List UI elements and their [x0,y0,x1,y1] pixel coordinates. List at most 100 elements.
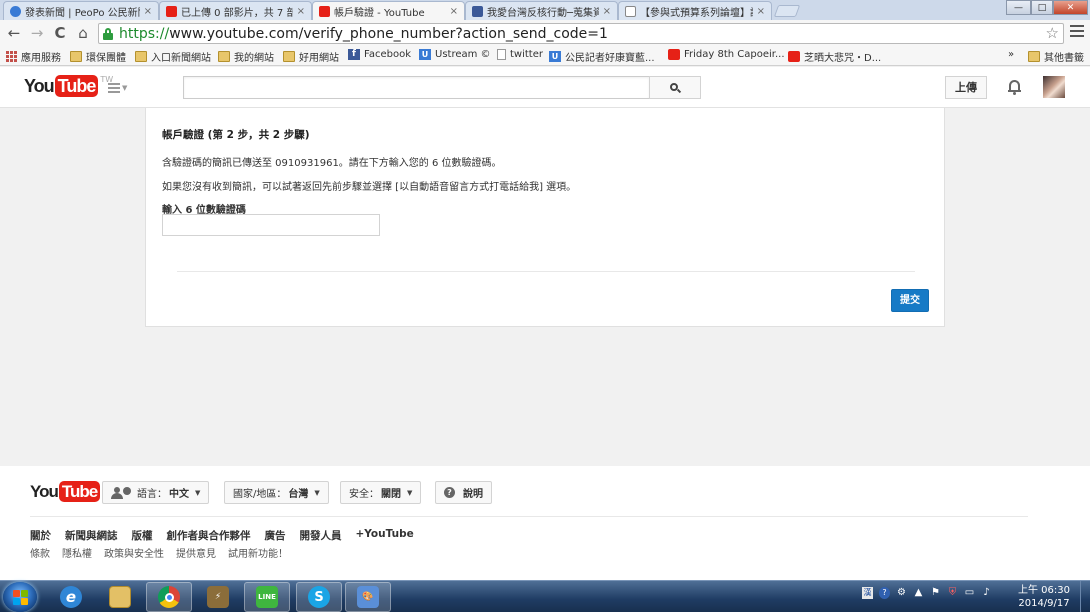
safety-value: 關閉 [381,489,401,500]
help-button[interactable]: ? 說明 [435,481,492,504]
tab-title: 帳戶驗證 - YouTube [334,7,425,19]
line-icon: LINE [256,586,278,608]
chrome-menu-icon[interactable] [1070,25,1084,40]
footer-link-terms[interactable]: 條款 [30,545,50,560]
bookmark-citizen-reporter[interactable]: U 公民記者好康寶藍... [549,49,655,64]
taskbar-winamp[interactable]: ⚡ [195,582,241,612]
tab-close-icon[interactable]: × [297,6,305,17]
youtube-logo[interactable]: You Tube TW [24,75,113,97]
folder-icon [135,51,147,62]
footer-youtube-logo[interactable]: You Tube [30,481,101,502]
help-circle-icon[interactable]: ? [879,587,890,599]
country-picker-button[interactable]: 國家/地區： 台灣 ▼ [224,481,329,504]
bookmark-star-icon[interactable]: ☆ [1046,24,1059,42]
footer-link-developers[interactable]: 開發人員 [300,528,342,543]
footer-link-try-new[interactable]: 試用新功能！ [228,545,288,560]
notification-bell-icon[interactable] [1008,79,1021,95]
bookmark-label: 環保團體 [86,53,126,64]
taskbar-internet-explorer[interactable]: e [48,582,94,612]
footer-link-copyright[interactable]: 版權 [132,528,153,543]
facebook-favicon-icon [472,5,483,17]
back-arrow-icon[interactable]: ← [5,24,23,42]
tab-uploaded-videos[interactable]: 已上傳 0 部影片，共 7 部影片 × [159,1,312,20]
footer-link-press-blog[interactable]: 新聞與網誌 [65,528,118,543]
chevron-down-icon: ▼ [195,488,201,497]
maximize-button[interactable]: □ [1031,0,1053,15]
reload-icon[interactable]: C [51,24,69,42]
language-person-icon [111,486,131,499]
tab-close-icon[interactable]: × [144,6,152,17]
taskbar-chrome[interactable] [146,582,192,612]
guide-menu-icon[interactable] [108,83,120,95]
footer-link-about[interactable]: 關於 [30,528,51,543]
input-method-icon[interactable]: 漢 [862,587,873,599]
network-icon[interactable]: ▭ [964,587,975,599]
taskbar-line[interactable]: LINE [244,582,290,612]
safety-prefix: 安全： [349,489,379,500]
taskbar-paint[interactable]: 🎨 [345,582,391,612]
search-input[interactable] [183,76,650,99]
new-tab-button[interactable] [773,5,801,17]
taskbar-clock[interactable]: 上午 06:30 2014/9/17 [1018,584,1070,610]
logo-tube: Tube [58,481,101,502]
bookmark-folder-environment[interactable]: 環保團體 [70,49,126,64]
tab-peopo[interactable]: 發表新聞 | PeoPo 公民新聞 × [3,1,159,20]
volume-icon[interactable]: ♪ [981,587,992,599]
bookmark-twitter[interactable]: twitter [497,49,543,60]
bookmark-facebook[interactable]: f Facebook [348,49,411,60]
footer-link-advertising[interactable]: 廣告 [265,528,286,543]
bookmark-apps[interactable]: 應用服務 [6,49,61,64]
language-picker-button[interactable]: 語言： 中文 ▼ [102,481,210,504]
address-bar[interactable]: https://www.youtube.com/verify_phone_num… [98,23,1064,44]
facebook-icon: f [348,49,360,60]
bookmark-ustream[interactable]: U Ustream © [419,49,491,60]
minimize-button[interactable]: — [1006,0,1031,15]
search-button[interactable] [649,76,701,99]
taskbar-file-explorer[interactable] [97,582,143,612]
bookmark-capoeira[interactable]: Friday 8th Capoeir... [668,49,785,60]
tab-anti-nuclear[interactable]: 我愛台灣反核行動─蒐集資訊 × [465,1,618,20]
divider [30,516,1028,517]
folder-icon [218,51,230,62]
action-center-flag-icon[interactable]: ⚑ [930,587,941,599]
footer-link-feedback[interactable]: 提供意見 [176,545,216,560]
tab-title: 【參與式預算系列論壇】講座 [640,7,753,19]
windows-start-button[interactable] [3,582,37,612]
security-alert-icon[interactable]: ⛨ [947,587,958,599]
folder-icon [70,51,82,62]
bookmark-great-compassion[interactable]: 芝晒大悲咒・D... [788,49,881,64]
footer-link-policy-safety[interactable]: 政策與安全性 [104,545,164,560]
footer-link-privacy[interactable]: 隱私權 [62,545,92,560]
show-hidden-icons-icon[interactable]: ▲ [913,587,924,599]
upload-button[interactable]: 上傳 [945,76,987,99]
close-window-button[interactable]: ✕ [1053,0,1088,15]
bookmark-other[interactable]: 其他書籤 [1028,49,1084,64]
tab-close-icon[interactable]: × [757,6,765,17]
verification-code-input[interactable] [162,214,380,236]
home-icon[interactable]: ⌂ [74,24,92,42]
tab-close-icon[interactable]: × [450,6,458,17]
bookmark-folder-useful-sites[interactable]: 好用網站 [283,49,339,64]
settings-gear-icon[interactable]: ⚙ [896,587,907,599]
bookmark-label: Friday 8th Capoeir... [684,49,785,60]
safety-mode-button[interactable]: 安全： 關閉 ▼ [340,481,422,504]
bookmark-label: 入口新聞網站 [151,53,211,64]
bookmark-folder-my-sites[interactable]: 我的網站 [218,49,274,64]
chevron-down-icon: ▼ [407,488,413,497]
footer-link-creators-partners[interactable]: 創作者與合作夥伴 [167,528,251,543]
show-desktop-button[interactable] [1080,581,1090,612]
taskbar-skype[interactable]: S [296,582,342,612]
tab-budget-forum[interactable]: 【參與式預算系列論壇】講座 × [618,1,772,20]
help-label: 說明 [463,489,483,500]
tab-close-icon[interactable]: × [603,6,611,17]
footer-link-plus-youtube[interactable]: +YouTube [356,528,414,543]
youtube-icon [668,49,680,60]
bookmark-folder-portal-news[interactable]: 入口新聞網站 [135,49,211,64]
tab-account-verification[interactable]: 帳戶驗證 - YouTube × [312,1,465,20]
avatar[interactable] [1043,76,1065,98]
chevron-down-icon: ▼ [314,488,320,497]
bookmarks-overflow-button[interactable]: » [1008,49,1014,60]
forward-arrow-icon[interactable]: → [28,24,46,42]
internet-explorer-icon: e [60,586,82,608]
submit-button[interactable]: 提交 [891,289,929,312]
